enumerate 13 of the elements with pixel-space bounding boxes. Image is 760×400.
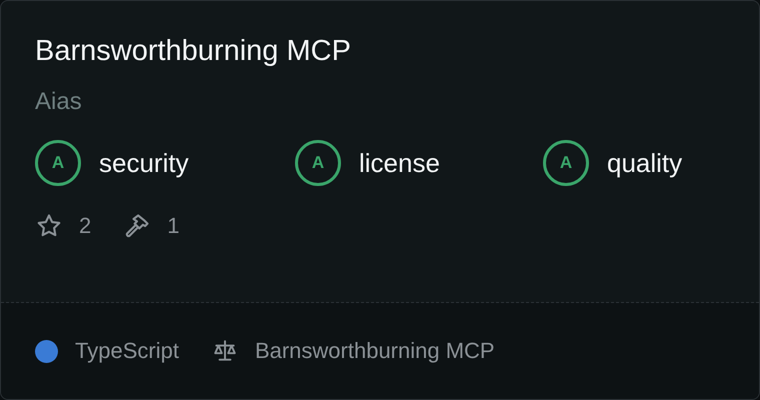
- score-label: quality: [607, 148, 682, 178]
- grade-badge: A: [543, 140, 589, 186]
- hammer-icon: [123, 212, 152, 240]
- license-name: Barnsworthburning MCP: [254, 338, 495, 364]
- grade-badge: A: [295, 140, 341, 186]
- card-title: Barnsworthburning MCP: [35, 34, 352, 69]
- tool-count: 1: [167, 213, 180, 239]
- star-count: 2: [79, 213, 92, 239]
- author-name: Aias: [35, 87, 83, 117]
- grade-badge: A: [35, 140, 81, 186]
- language-name: TypeScript: [75, 338, 179, 364]
- score-label: security: [99, 148, 189, 178]
- score-label: license: [359, 148, 440, 178]
